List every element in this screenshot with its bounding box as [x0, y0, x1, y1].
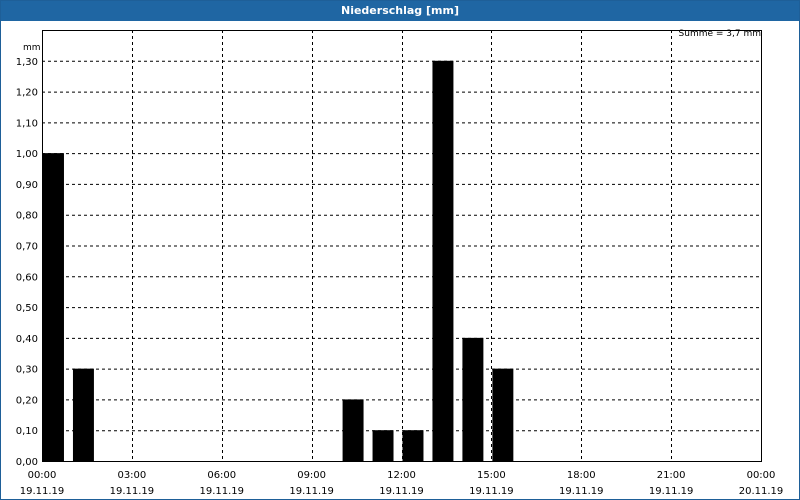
bar — [432, 60, 454, 462]
x-tick-date: 19.11.19 — [469, 486, 514, 497]
y-tick-label: 1,10 — [16, 118, 38, 129]
bar — [342, 399, 364, 461]
y-tick-label: 0,00 — [16, 457, 38, 468]
y-tick-label: 0,50 — [16, 303, 38, 314]
y-tick-label: 1,30 — [16, 57, 38, 68]
y-tick-label: 0,60 — [16, 272, 38, 283]
y-tick-label: 0,90 — [16, 180, 38, 191]
bar — [492, 368, 514, 461]
y-axis-label: mm — [23, 43, 41, 53]
y-tick-label: 1,00 — [16, 149, 38, 160]
x-tick-time: 21:00 — [657, 470, 686, 481]
x-tick-time: 09:00 — [297, 470, 326, 481]
x-tick-date: 19.11.19 — [559, 486, 604, 497]
x-tick-time: 18:00 — [567, 470, 596, 481]
y-tick-label: 0,10 — [16, 426, 38, 437]
bar-layer — [43, 60, 514, 462]
x-tick-date: 19.11.19 — [110, 486, 155, 497]
x-tick-time: 06:00 — [207, 470, 236, 481]
bar — [462, 337, 484, 461]
y-tick-label: 0,40 — [16, 334, 38, 345]
x-tick-time: 15:00 — [477, 470, 506, 481]
y-tick-label: 0,80 — [16, 211, 38, 222]
x-tick-date: 19.11.19 — [199, 486, 244, 497]
x-tick-date: 19.11.19 — [289, 486, 334, 497]
x-tick-time: 03:00 — [117, 470, 146, 481]
x-tick-time: 00:00 — [747, 470, 776, 481]
label-layer: 0,00 0,10 0,20 0,30 0,40 0,50 0,60 0,70 0,80 0,90… — [16, 29, 784, 497]
grid-layer — [42, 30, 761, 461]
bar — [72, 368, 94, 461]
y-tick-label: 0,70 — [16, 242, 38, 253]
bar — [43, 153, 64, 461]
x-tick-date: 19.11.19 — [20, 486, 65, 497]
y-tick-label: 0,30 — [16, 365, 38, 376]
x-tick-date: 19.11.19 — [649, 486, 694, 497]
y-tick-label: 1,20 — [16, 88, 38, 99]
bar — [402, 430, 424, 461]
x-tick-time: 12:00 — [387, 470, 416, 481]
x-tick-time: 00:00 — [28, 470, 57, 481]
bar — [372, 430, 394, 461]
y-tick-label: 0,20 — [16, 395, 38, 406]
precipitation-chart: 0,00 0,10 0,20 0,30 0,40 0,50 0,60 0,70 0,80 0,90… — [16, 29, 784, 497]
sum-annotation: Summe = 3,7 mm — [679, 29, 761, 39]
x-tick-date: 19.11.19 — [379, 486, 424, 497]
x-tick-date: 20.11.19 — [739, 486, 784, 497]
